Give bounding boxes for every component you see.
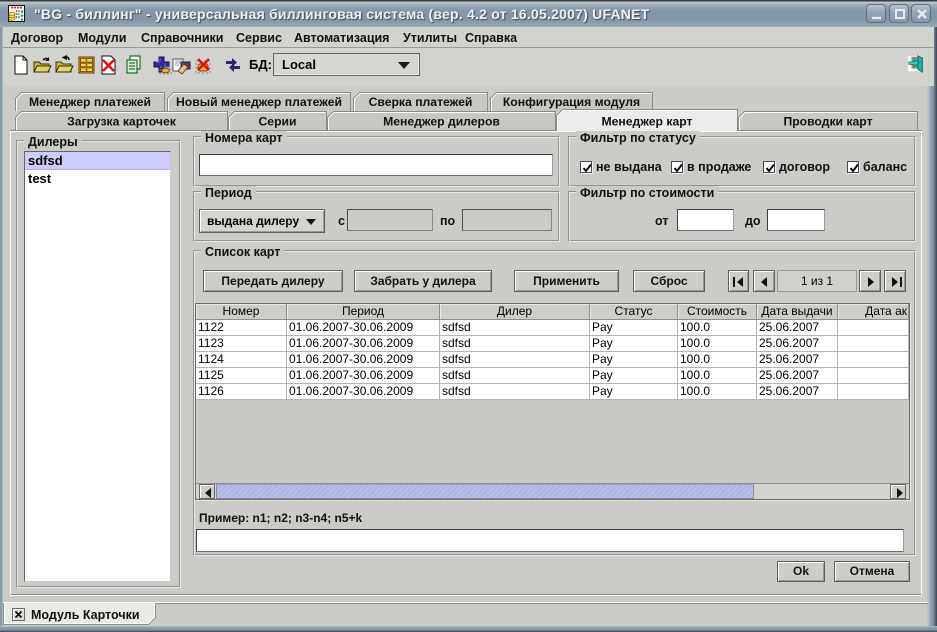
svg-text:Сверка платежей: Сверка платежей [369,95,473,109]
svg-text:Новый менеджер платежей: Новый менеджер платежей [176,95,342,109]
svg-text:Серии: Серии [258,115,296,129]
svg-text:Загрузка карточек: Загрузка карточек [67,115,177,129]
svg-text:Менеджер платежей: Менеджер платежей [29,95,151,109]
svg-text:Проводки карт: Проводки карт [783,115,872,129]
svg-text:Менеджер карт: Менеджер карт [601,115,692,129]
svg-text:Конфигурация модуля: Конфигурация модуля [503,95,640,109]
svg-text:Менеджер дилеров: Менеджер дилеров [383,115,500,129]
